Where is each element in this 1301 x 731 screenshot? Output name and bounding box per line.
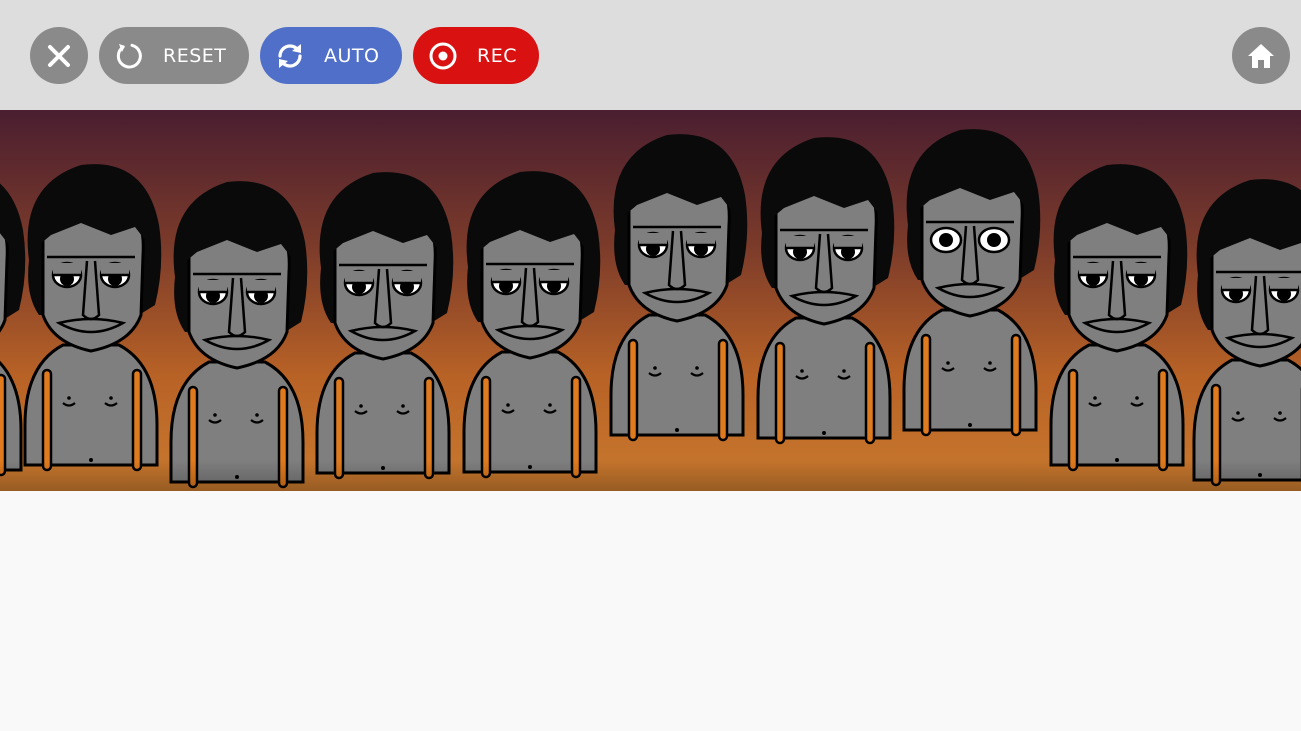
character-chest-dot: [359, 404, 363, 408]
character-eye: [685, 231, 717, 259]
character-eye: [1268, 276, 1300, 304]
stage-canvas: [0, 110, 1301, 491]
character-arm: [717, 338, 729, 442]
refresh-icon: [273, 39, 307, 73]
home-button[interactable]: [1232, 27, 1290, 84]
character[interactable]: [23, 164, 162, 472]
character-navel: [968, 423, 972, 427]
record-icon: [426, 39, 460, 73]
character-chest-dot: [653, 366, 657, 370]
character-chest-dot: [255, 413, 259, 417]
character-chest-dot: [548, 403, 552, 407]
character-eye: [977, 226, 1011, 254]
character-chest-dot: [506, 403, 510, 407]
character-arm: [864, 341, 876, 445]
character-stage: [0, 110, 1301, 491]
character-arm: [131, 368, 143, 472]
toolbar: RESET AUTO REC: [0, 0, 1301, 110]
stage-floor-shadow: [0, 460, 1301, 491]
rec-label: REC: [477, 44, 517, 67]
character[interactable]: [902, 129, 1041, 437]
character-eye: [391, 269, 423, 297]
character[interactable]: [1049, 164, 1188, 472]
character[interactable]: [756, 137, 895, 445]
character-chest-dot: [109, 396, 113, 400]
sound-panel: [0, 491, 1301, 731]
reset-button[interactable]: RESET: [99, 27, 249, 84]
character-chest-dot: [1278, 411, 1282, 415]
reset-label: RESET: [163, 44, 227, 67]
character-eye: [1077, 261, 1109, 289]
character-eye: [245, 278, 277, 306]
character-chest-dot: [988, 361, 992, 365]
character-chest-dot: [67, 396, 71, 400]
character-eye: [929, 226, 963, 254]
character[interactable]: [462, 171, 601, 479]
character-arm: [774, 341, 786, 445]
character-eye: [538, 268, 570, 296]
character-navel: [675, 428, 679, 432]
character-eye: [637, 231, 669, 259]
character-eye: [1125, 261, 1157, 289]
character-arm: [627, 338, 639, 442]
reset-icon: [112, 39, 146, 73]
character-chest-dot: [401, 404, 405, 408]
home-icon: [1244, 39, 1278, 73]
character[interactable]: [315, 172, 454, 480]
close-icon: [42, 39, 76, 73]
auto-label: AUTO: [324, 44, 380, 67]
character-navel: [822, 431, 826, 435]
character-eye: [197, 278, 229, 306]
character-chest-dot: [800, 369, 804, 373]
character-eye: [490, 268, 522, 296]
character-arm: [1010, 333, 1022, 437]
character-chest-dot: [695, 366, 699, 370]
character-chest-dot: [1093, 396, 1097, 400]
character-eye: [1220, 276, 1252, 304]
character-arm: [1157, 368, 1169, 472]
character-chest-dot: [213, 413, 217, 417]
character-eye: [784, 234, 816, 262]
rec-button[interactable]: REC: [413, 27, 539, 84]
character-arm: [920, 333, 932, 437]
character-eye: [343, 269, 375, 297]
character-eye: [99, 261, 131, 289]
auto-button[interactable]: AUTO: [260, 27, 402, 84]
character-arm: [41, 368, 53, 472]
character-eye: [51, 261, 83, 289]
character-chest-dot: [1236, 411, 1240, 415]
character[interactable]: [169, 181, 308, 489]
character-eye: [832, 234, 864, 262]
character-chest-dot: [946, 361, 950, 365]
close-button[interactable]: [30, 27, 88, 84]
character[interactable]: [609, 134, 748, 442]
character-chest-dot: [842, 369, 846, 373]
character-arm: [1067, 368, 1079, 472]
character-chest-dot: [1135, 396, 1139, 400]
